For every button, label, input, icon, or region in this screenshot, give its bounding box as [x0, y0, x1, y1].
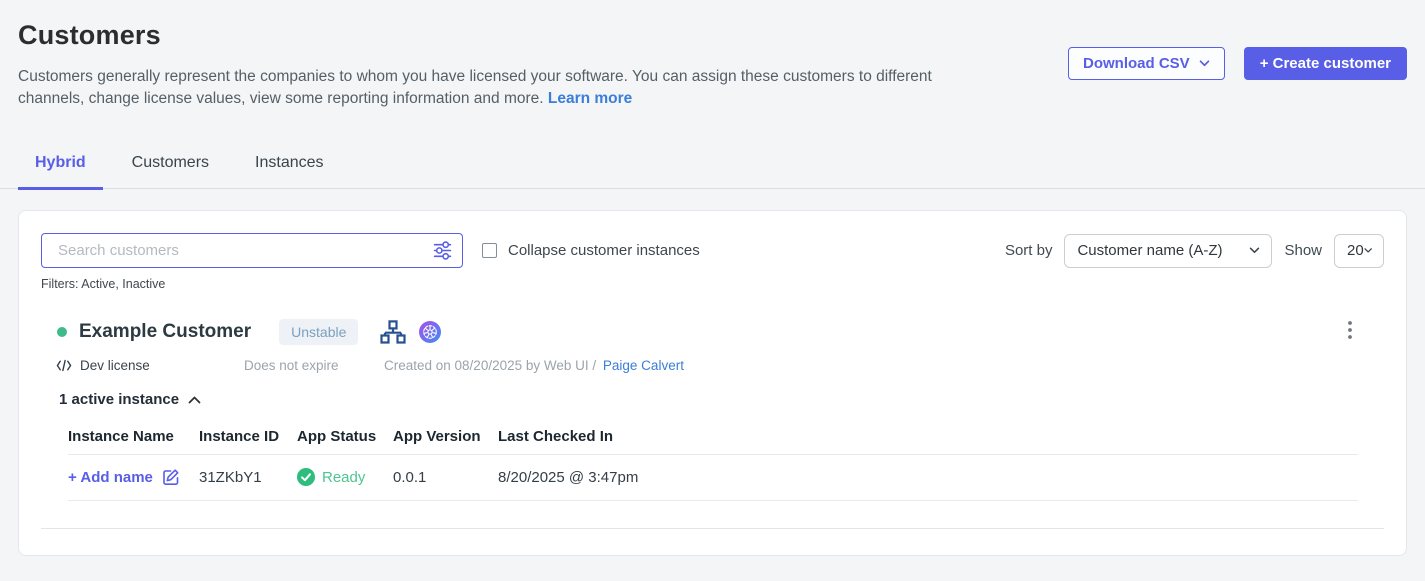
created-by-link[interactable]: Paige Calvert: [603, 358, 684, 373]
kebab-dots-icon: [1348, 321, 1352, 339]
search-customers: [41, 233, 463, 268]
col-app-status: App Status: [297, 428, 393, 445]
col-instance-name: Instance Name: [68, 428, 199, 445]
last-checked-in-value: 8/20/2025 @ 3:47pm: [498, 469, 1358, 486]
customers-page: Customers Customers generally represent …: [0, 0, 1425, 581]
collapse-instances-label: Collapse customer instances: [508, 242, 700, 259]
license-type: Dev license: [56, 358, 244, 373]
show-select[interactable]: 20: [1334, 234, 1384, 268]
instance-table-header: Instance Name Instance ID App Status App…: [68, 428, 1358, 455]
instances-toggle[interactable]: 1 active instance: [41, 391, 201, 408]
created-text: Created on 08/20/2025 by Web UI / Paige …: [384, 358, 684, 373]
app-status-value: Ready: [322, 469, 365, 486]
instance-row: + Add name 31ZKbY1: [68, 455, 1358, 501]
tab-bar: Hybrid Customers Instances: [0, 144, 1425, 189]
instance-id-value: 31ZKbY1: [199, 469, 297, 486]
check-circle-icon: [297, 468, 315, 486]
create-customer-button[interactable]: + Create customer: [1244, 47, 1407, 80]
created-prefix: Created on 08/20/2025 by Web UI /: [384, 358, 596, 373]
add-name-label: + Add name: [68, 469, 153, 486]
search-input[interactable]: [41, 233, 463, 268]
instance-table: Instance Name Instance ID App Status App…: [68, 428, 1358, 501]
download-csv-button[interactable]: Download CSV: [1068, 47, 1225, 80]
toolbar: Collapse customer instances Sort by Cust…: [41, 233, 1384, 268]
channel-badge: Unstable: [279, 319, 358, 345]
chevron-up-icon: [188, 396, 201, 404]
add-name-button[interactable]: + Add name: [68, 468, 199, 486]
tab-customers[interactable]: Customers: [115, 144, 226, 190]
header-actions: Download CSV + Create customer: [1068, 47, 1407, 80]
tab-hybrid[interactable]: Hybrid: [18, 144, 103, 190]
customer-menu-button[interactable]: [1342, 317, 1358, 346]
sitemap-icon: [380, 320, 406, 344]
sort-by-label: Sort by: [1005, 242, 1053, 259]
customer-name[interactable]: Example Customer: [79, 321, 251, 343]
collapse-instances-control: Collapse customer instances: [482, 242, 700, 259]
learn-more-link[interactable]: Learn more: [548, 90, 632, 107]
page-description: Customers generally represent the compan…: [18, 66, 980, 110]
customer-meta-row: Dev license Does not expire Created on 0…: [41, 358, 1384, 373]
app-status-cell: Ready: [297, 468, 393, 486]
chevron-down-icon: [1199, 60, 1210, 67]
instances-toggle-label: 1 active instance: [59, 391, 179, 408]
col-instance-id: Instance ID: [199, 428, 297, 445]
chevron-down-icon: [1249, 247, 1260, 254]
download-csv-label: Download CSV: [1083, 55, 1190, 72]
active-status-dot: [57, 327, 67, 337]
active-filters-text: Filters: Active, Inactive: [41, 277, 1384, 291]
page-header: Customers Customers generally represent …: [0, 0, 1425, 110]
col-last-checked-in: Last Checked In: [498, 428, 1358, 445]
collapse-instances-checkbox[interactable]: [482, 243, 497, 258]
license-type-label: Dev license: [80, 358, 150, 373]
edit-icon: [162, 468, 180, 486]
kubernetes-icon: [419, 321, 441, 343]
show-select-value: 20: [1347, 242, 1364, 259]
filter-sliders-icon[interactable]: [433, 241, 452, 260]
sort-select[interactable]: Customer name (A-Z): [1064, 234, 1272, 268]
show-label: Show: [1284, 242, 1322, 259]
sort-select-value: Customer name (A-Z): [1077, 242, 1222, 259]
toolbar-right: Sort by Customer name (A-Z) Show 20: [1005, 234, 1384, 268]
customer-block-divider: [41, 528, 1384, 529]
customer-header-row: Example Customer Unstable: [41, 317, 1384, 346]
page-description-text: Customers generally represent the compan…: [18, 68, 932, 107]
customers-card: Collapse customer instances Sort by Cust…: [18, 210, 1407, 556]
app-version-value: 0.0.1: [393, 469, 498, 486]
tab-instances[interactable]: Instances: [238, 144, 340, 190]
chevron-down-icon: [1364, 247, 1372, 254]
code-icon: [56, 359, 72, 372]
customer-block: Example Customer Unstable: [41, 317, 1384, 529]
expiration-text: Does not expire: [244, 358, 384, 373]
col-app-version: App Version: [393, 428, 498, 445]
